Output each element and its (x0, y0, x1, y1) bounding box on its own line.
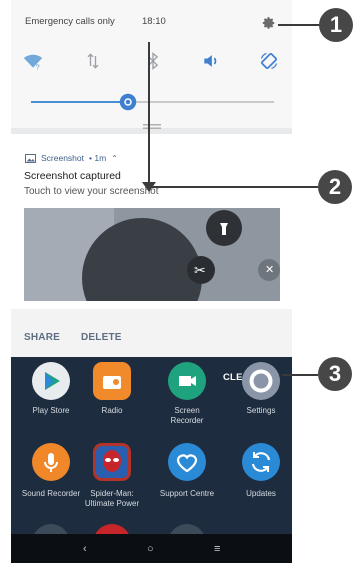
callout-1: 1 (319, 8, 353, 42)
app-label-spider-man: Spider-Man: Ultimate Power (84, 489, 140, 508)
close-icon: ✕ (265, 264, 275, 276)
sound-icon[interactable] (201, 51, 221, 71)
clock: 18:10 (142, 16, 166, 27)
svg-text:?: ? (36, 62, 40, 71)
notification-text: Touch to view your screenshot (24, 186, 159, 197)
bluetooth-icon[interactable] (143, 51, 163, 71)
app-label-radio: Radio (101, 406, 123, 415)
settings-icon (249, 369, 273, 393)
heart-icon (176, 454, 198, 473)
auto-rotate-icon[interactable] (259, 51, 279, 71)
callout-3-line (282, 374, 318, 376)
app-icon-settings[interactable] (242, 362, 280, 400)
callout-1-line (278, 24, 320, 26)
play-store-icon (45, 372, 60, 390)
microphone-icon (44, 453, 58, 472)
callout-2: 2 (318, 170, 352, 204)
expand-chevron-icon[interactable]: ⌃ (111, 154, 118, 163)
notification-header: Screenshot • 1m ⌃ (25, 152, 118, 164)
app-label-screen-recorder: Screen Recorder (170, 406, 204, 425)
drag-handle[interactable] (143, 124, 161, 129)
phone-screen: Emergency calls only 18:10 ? Screenshot … (11, 0, 292, 563)
app-icon-screen-recorder[interactable] (168, 362, 206, 400)
radio-icon (103, 376, 121, 389)
app-icon-spider-man[interactable] (93, 443, 131, 481)
brightness-level (31, 101, 128, 103)
app-icon-radio[interactable] (93, 362, 131, 400)
app-label-support-centre: Support Centre (159, 489, 215, 498)
notification-title: Screenshot captured (24, 170, 121, 182)
notification-time: • 1m (89, 153, 107, 163)
carrier-status: Emergency calls only (25, 16, 115, 27)
image-icon (25, 153, 36, 163)
app-icon-support-centre[interactable] (168, 443, 206, 481)
app-icon-updates[interactable] (242, 443, 280, 481)
refresh-icon (251, 452, 271, 472)
scissors-icon: ✂ (194, 262, 206, 278)
preview-image (24, 208, 280, 301)
app-icon-play-store[interactable] (32, 362, 70, 400)
mobile-data-icon[interactable] (83, 51, 103, 71)
spider-man-icon (96, 446, 128, 478)
recents-icon[interactable]: ≡ (214, 543, 220, 555)
callout-3: 3 (318, 357, 352, 391)
home-icon[interactable]: ○ (147, 543, 154, 555)
notification-app-name: Screenshot (41, 153, 84, 163)
flashlight-icon (220, 223, 228, 235)
settings-gear-icon[interactable] (262, 16, 276, 30)
callout-2-arrow-shaft (148, 42, 150, 188)
app-icon-sound-recorder[interactable] (32, 443, 70, 481)
delete-button[interactable]: DELETE (81, 332, 122, 343)
video-camera-icon (179, 376, 196, 386)
screenshot-preview[interactable]: ✂ ✕ (24, 208, 280, 301)
brightness-thumb-icon[interactable] (119, 93, 137, 111)
back-icon[interactable]: ‹ (83, 543, 87, 555)
app-label-updates: Updates (246, 489, 276, 498)
wifi-icon[interactable]: ? (23, 51, 43, 71)
quick-settings-panel: Emergency calls only 18:10 ? (11, 0, 292, 129)
callout-2-line (150, 186, 318, 188)
app-label-settings: Settings (246, 406, 276, 415)
app-label-play-store: Play Store (32, 406, 70, 415)
share-button[interactable]: SHARE (24, 332, 60, 343)
